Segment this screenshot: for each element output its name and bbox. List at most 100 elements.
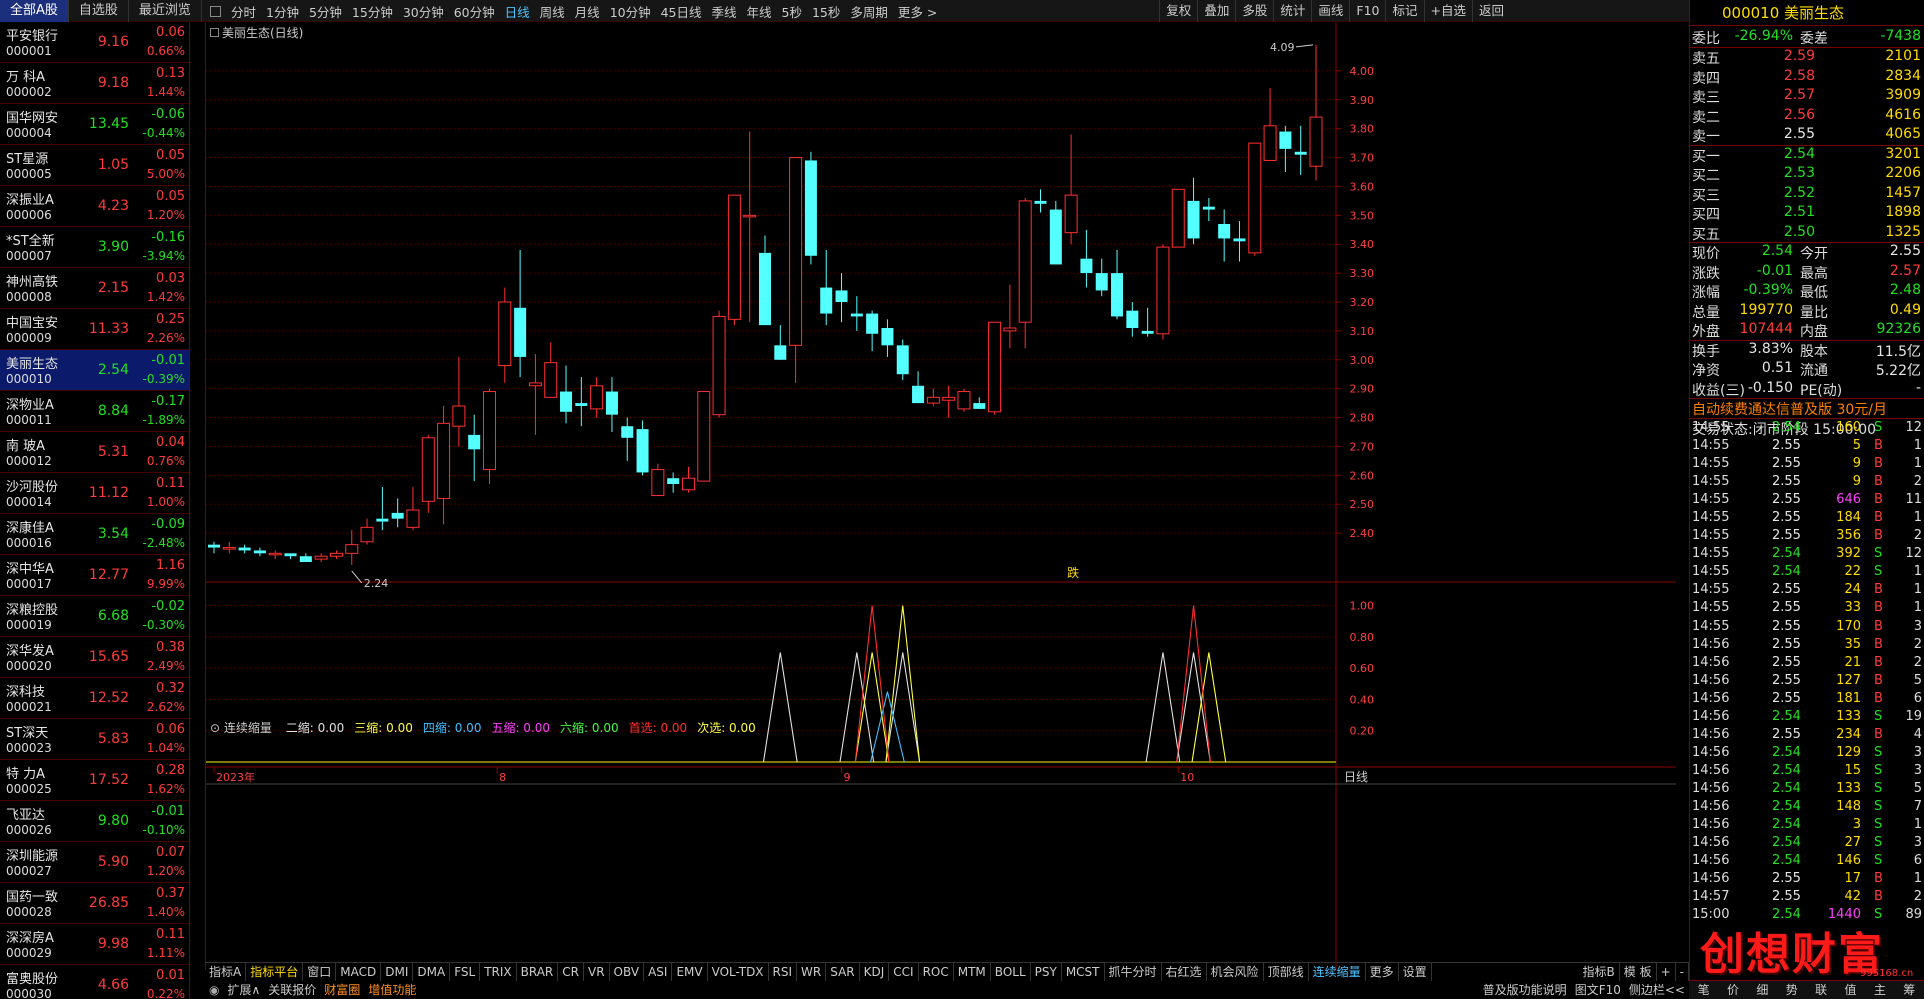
stock-row[interactable]: 平安银行 000001 9.16 0.06 0.66% [0,22,189,63]
indicator-tab-0[interactable]: 指标A [205,962,247,981]
bid-row[interactable]: 买三 2.52 1457 [1690,185,1924,204]
indicator-tab-26[interactable]: 右红选 [1162,962,1207,981]
tool-button-6[interactable]: 标记 [1385,0,1423,22]
ask-row[interactable]: 卖五 2.59 2101 [1690,48,1924,67]
stock-row[interactable]: 深物业A 000011 8.84 -0.17 -1.89% [0,391,189,432]
period-1[interactable]: 1分钟 [261,2,304,21]
indicator-tab-24[interactable]: MCST [1062,962,1105,981]
period-10[interactable]: 45日线 [656,2,707,21]
tool-button-2[interactable]: 多股 [1235,0,1273,22]
stock-row[interactable]: 南 玻A 000012 5.31 0.04 0.76% [0,432,189,473]
period-15[interactable]: 多周期 [845,2,893,21]
kline-svg[interactable]: 4.00 3.90 3.80 3.70 3.60 3.50 3.40 3.30 3.20 3.10… [206,22,1676,970]
indicator-tab-20[interactable]: ROC [919,962,954,981]
indicator-tab-29[interactable]: 连续缩量 [1309,962,1366,981]
extension-tab-0[interactable]: 扩展∧ [223,981,264,998]
stock-row[interactable]: 神州高铁 000008 2.15 0.03 1.42% [0,268,189,309]
indicator-tab-10[interactable]: VR [584,962,610,981]
indicator-tab-19[interactable]: CCI [889,962,919,981]
right-tab-5[interactable]: 值 [1836,981,1865,999]
period-11[interactable]: 季线 [707,2,742,21]
indicator-tab-2[interactable]: 窗口 [303,962,337,981]
indicator-tab-4[interactable]: DMI [381,962,414,981]
indicator-tab-5[interactable]: DMA [413,962,451,981]
extension-right-2[interactable]: 侧边栏<< [1625,981,1689,998]
stock-row[interactable]: 深中华A 000017 12.77 1.16 9.99% [0,555,189,596]
tool-button-1[interactable]: 叠加 [1197,0,1235,22]
period-2[interactable]: 5分钟 [304,2,347,21]
stock-row[interactable]: 深科技 000021 12.52 0.32 2.62% [0,678,189,719]
right-tab-1[interactable]: 价 [1718,981,1747,999]
indicator-right-1[interactable]: 模 板 [1620,962,1657,981]
tab-all-a-shares[interactable]: 全部A股 [0,0,69,22]
period-7[interactable]: 周线 [535,2,570,21]
toggle-switch-icon[interactable]: ◉ [205,983,223,997]
indicator-right-0[interactable]: 指标B [1579,962,1620,981]
extension-tab-3[interactable]: 增值功能 [364,981,420,998]
indicator-tab-3[interactable]: MACD [336,962,382,981]
tool-button-7[interactable]: +自选 [1423,0,1472,22]
stock-row[interactable]: 国华网安 000004 13.45 -0.06 -0.44% [0,104,189,145]
right-tab-4[interactable]: 联 [1807,981,1836,999]
stock-row[interactable]: 国药一致 000028 26.85 0.37 1.40% [0,883,189,924]
right-tab-6[interactable]: 主 [1865,981,1894,999]
indicator-tab-11[interactable]: OBV [610,962,645,981]
stock-row[interactable]: 万 科A 000002 9.18 0.13 1.44% [0,63,189,104]
stock-row[interactable]: 深康佳A 000016 3.54 -0.09 -2.48% [0,514,189,555]
indicator-tab-17[interactable]: SAR [826,962,860,981]
stock-row[interactable]: 深粮控股 000019 6.68 -0.02 -0.30% [0,596,189,637]
indicator-tab-30[interactable]: 更多 [1366,962,1399,981]
tool-button-3[interactable]: 统计 [1273,0,1311,22]
indicator-tab-7[interactable]: TRIX [480,962,517,981]
ask-row[interactable]: 卖三 2.57 3909 [1690,87,1924,106]
ask-row[interactable]: 卖二 2.56 4616 [1690,107,1924,126]
period-14[interactable]: 15秒 [807,2,845,21]
period-16[interactable]: 更多 > [893,2,942,21]
stock-row[interactable]: 深深房A 000029 9.98 0.11 1.11% [0,924,189,965]
ask-row[interactable]: 卖一 2.55 4065 [1690,126,1924,145]
stock-row[interactable]: 飞亚达 000026 9.80 -0.01 -0.10% [0,801,189,842]
stock-row[interactable]: 沙河股份 000014 11.12 0.11 1.00% [0,473,189,514]
indicator-tab-25[interactable]: 抓牛分时 [1105,962,1162,981]
stock-row[interactable]: 深圳能源 000027 5.90 0.07 1.20% [0,842,189,883]
tool-button-0[interactable]: 复权 [1159,0,1197,22]
stock-row[interactable]: 深华发A 000020 15.65 0.38 2.49% [0,637,189,678]
indicator-tab-14[interactable]: VOL-TDX [708,962,769,981]
tool-button-5[interactable]: F10 [1349,0,1385,22]
indicator-tab-27[interactable]: 机会风险 [1207,962,1264,981]
stock-row[interactable]: ST深天 000023 5.83 0.06 1.04% [0,719,189,760]
period-0[interactable]: 分时 [226,2,261,21]
period-3[interactable]: 15分钟 [347,2,398,21]
indicator-tab-21[interactable]: MTM [954,962,991,981]
right-tab-0[interactable]: 笔 [1689,981,1718,999]
right-tab-3[interactable]: 势 [1777,981,1806,999]
indicator-tab-8[interactable]: BRAR [517,962,559,981]
indicator-tab-6[interactable]: FSL [450,962,481,981]
extension-tab-1[interactable]: 关联报价 [264,981,320,998]
extension-right-1[interactable]: 图文F10 [1571,981,1625,998]
bid-row[interactable]: 买一 2.54 3201 [1690,146,1924,165]
stock-row[interactable]: *ST全新 000007 3.90 -0.16 -3.94% [0,227,189,268]
right-tab-7[interactable]: 筹 [1895,981,1924,999]
period-4[interactable]: 30分钟 [398,2,449,21]
period-5[interactable]: 60分钟 [449,2,500,21]
stock-row[interactable]: 美丽生态 000010 2.54 -0.01 -0.39% [0,350,189,391]
extension-tab-2[interactable]: 财富圈 [320,981,364,998]
indicator-right-2[interactable]: + [1657,962,1676,981]
bid-row[interactable]: 买二 2.53 2206 [1690,165,1924,184]
stock-row[interactable]: ST星源 000005 1.05 0.05 5.00% [0,145,189,186]
indicator-tab-12[interactable]: ASI [644,962,673,981]
indicator-tab-22[interactable]: BOLL [991,962,1031,981]
tick-list[interactable]: 14:55 2.54 160 S 12 14:55 2.55 5 B 1 14:55 2.55 9 B 1 1… [1690,419,1924,924]
extension-right-0[interactable]: 普及版功能说明 [1479,981,1571,998]
indicator-menu-icon[interactable]: ⊙ [210,721,224,735]
indicator-tab-1[interactable]: 指标平台 [246,962,304,981]
ask-row[interactable]: 卖四 2.58 2834 [1690,68,1924,87]
tool-button-8[interactable]: 返回 [1471,0,1510,22]
chart-menu-icon[interactable] [210,28,219,37]
indicator-tab-13[interactable]: EMV [672,962,708,981]
period-9[interactable]: 10分钟 [605,2,656,21]
bid-row[interactable]: 买五 2.50 1325 [1690,224,1924,243]
indicator-tab-23[interactable]: PSY [1031,962,1062,981]
indicator-tab-16[interactable]: WR [797,962,827,981]
